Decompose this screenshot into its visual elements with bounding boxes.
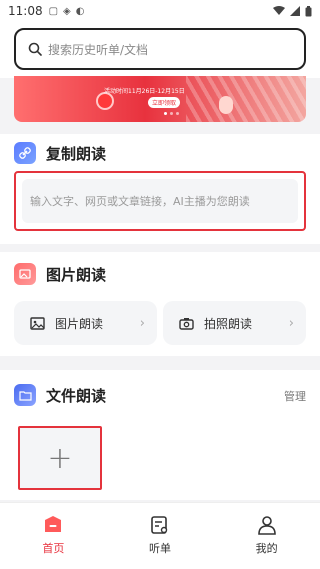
image-read-button[interactable]: 图片朗读 › [14, 301, 157, 345]
manage-button[interactable]: 管理 [284, 388, 306, 404]
copy-input-placeholder: 输入文字、网页或文章链接，AI主播为您朗读 [22, 179, 298, 223]
status-bar: 11:08 ▢ ◈ ◐ [0, 0, 320, 22]
nav-home-label: 首页 [42, 542, 65, 555]
battery-icon [305, 5, 312, 16]
home-icon [45, 516, 62, 532]
promo-banner[interactable]: 活动时间11月26日-12月15日 立即领取 [14, 76, 306, 122]
picture-read-title: 图片朗读 [46, 265, 107, 284]
copy-read-header: 复制朗读 [14, 142, 106, 164]
profile-icon [257, 516, 276, 535]
image-icon [30, 316, 45, 330]
pagination-dot [164, 112, 167, 115]
signal-icon [290, 6, 300, 16]
banner-decoration [186, 76, 306, 122]
nav-playlist-label: 听单 [149, 542, 171, 555]
playlist-icon [151, 516, 168, 534]
picture-read-section: 图片朗读 图片朗读 › 拍照朗读 › [0, 252, 320, 356]
shield-icon: ◈ [63, 5, 71, 17]
add-file-button[interactable]: + [18, 426, 102, 490]
wifi-icon [273, 6, 285, 15]
banner-date: 活动时间11月26日-12月15日 [104, 88, 185, 95]
copy-read-title: 复制朗读 [46, 144, 107, 163]
photo-read-label: 拍照朗读 [204, 316, 253, 331]
android-icon: ◐ [75, 5, 85, 17]
banner-cta-button[interactable]: 立即领取 [148, 97, 181, 108]
copy-text-input[interactable]: 输入文字、网页或文章链接，AI主播为您朗读 [14, 171, 306, 231]
banner-pagination [164, 112, 179, 115]
nav-profile-label: 我的 [255, 542, 278, 555]
search-input[interactable]: 搜索历史听单/文档 [14, 28, 306, 70]
status-time: 11:08 [8, 4, 43, 18]
link-icon [14, 142, 36, 164]
search-icon [28, 42, 42, 56]
copy-read-section: 复制朗读 输入文字、网页或文章链接，AI主播为您朗读 [0, 134, 320, 244]
notification-icon: ▢ [48, 5, 59, 17]
file-read-header: 文件朗读 [14, 384, 106, 406]
pagination-dot [170, 112, 173, 115]
microphone-icon [219, 96, 233, 114]
picture-read-header: 图片朗读 [14, 263, 106, 285]
image-read-label: 图片朗读 [55, 316, 104, 331]
pagination-dot [176, 112, 179, 115]
file-read-section: 文件朗读 管理 + [0, 370, 320, 500]
plus-icon: + [47, 440, 73, 476]
bottom-nav: 首页 听单 我的 [0, 502, 320, 569]
nav-profile[interactable]: 我的 [213, 503, 320, 569]
camera-icon [179, 317, 194, 330]
file-read-title: 文件朗读 [46, 386, 107, 405]
chevron-right-icon: › [288, 315, 294, 331]
file-icon [14, 384, 36, 406]
image-read-icon [14, 263, 36, 285]
photo-read-button[interactable]: 拍照朗读 › [163, 301, 306, 345]
search-area: 搜索历史听单/文档 [0, 22, 320, 78]
chevron-right-icon: › [139, 315, 145, 331]
nav-playlist[interactable]: 听单 [107, 503, 214, 569]
search-placeholder: 搜索历史听单/文档 [48, 42, 149, 57]
nav-home[interactable]: 首页 [0, 503, 107, 569]
